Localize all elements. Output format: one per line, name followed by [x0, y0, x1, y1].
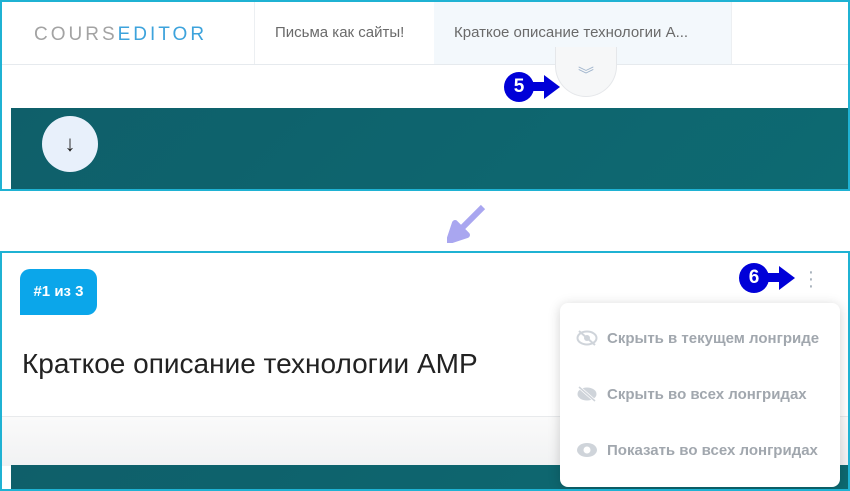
menu-item-label: Скрыть в текущем лонгриде: [607, 329, 820, 347]
bottom-screenshot-panel: #1 из 3 Краткое описание технологии AMP …: [0, 251, 850, 491]
options-menu: Скрыть в текущем лонгриде Скрыть во всех…: [560, 303, 840, 487]
annotation-number: 6: [748, 267, 760, 288]
annotation-number: 5: [513, 76, 525, 97]
eye-icon: [577, 443, 597, 457]
block-title: Краткое описание технологии AMP: [22, 348, 478, 379]
transition-arrow-icon: [447, 204, 486, 243]
eye-off-icon: [577, 386, 597, 402]
block-counter-badge: #1 из 3: [20, 269, 97, 315]
breadcrumb-course[interactable]: Письма как сайты!: [254, 2, 434, 64]
logo-text-accent: EDITOR: [117, 24, 208, 45]
menu-item-label: Скрыть во всех лонгридах: [607, 385, 807, 403]
menu-item-hide-current[interactable]: Скрыть в текущем лонгриде: [576, 323, 819, 353]
logo[interactable]: COURSEDITOR: [34, 24, 207, 46]
header: COURSEDITOR Письма как сайты! Краткое оп…: [2, 2, 848, 65]
menu-item-label: Показать во всех лонгридах: [607, 441, 818, 459]
annotation-5: 5: [504, 72, 560, 102]
teal-cover-block: ↓: [11, 108, 848, 189]
scroll-down-button[interactable]: ↓: [42, 116, 98, 172]
menu-item-hide-all[interactable]: Скрыть во всех лонгридах: [576, 379, 807, 409]
more-options-icon[interactable]: · · ·: [805, 262, 817, 296]
eye-off-icon: [576, 330, 598, 346]
logo-text: COURS: [34, 24, 118, 45]
top-screenshot-panel: COURSEDITOR Письма как сайты! Краткое оп…: [0, 0, 850, 191]
menu-item-show-all[interactable]: Показать во всех лонгридах: [576, 435, 818, 465]
collapse-button[interactable]: ︾: [555, 47, 617, 97]
double-chevron-down-icon: ︾: [577, 67, 594, 84]
arrow-down-icon: ↓: [64, 131, 76, 156]
annotation-6: 6: [739, 263, 795, 293]
